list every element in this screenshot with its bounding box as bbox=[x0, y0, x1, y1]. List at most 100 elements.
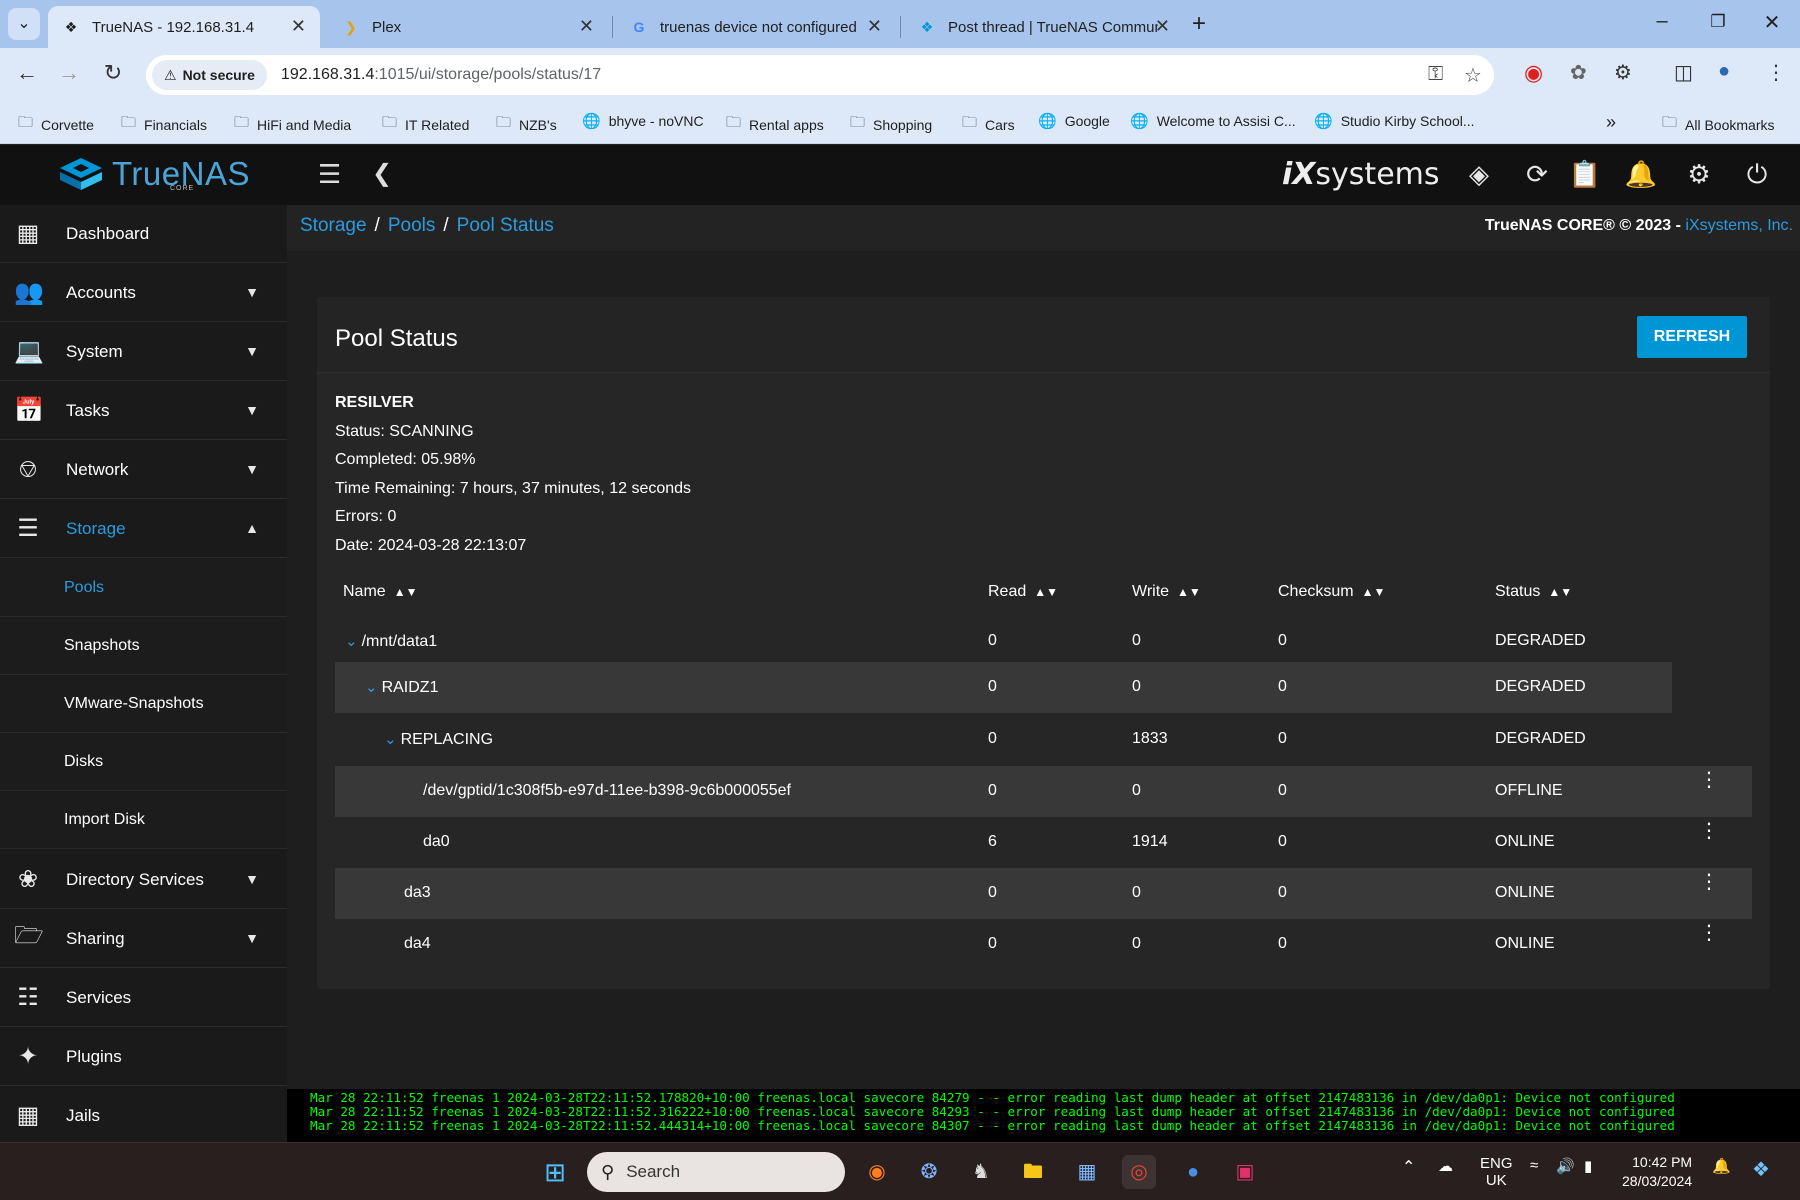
tab-truenas-community[interactable]: ❖ Post thread | TrueNAS Commun ✕ bbox=[904, 6, 1184, 48]
firefox-icon[interactable]: ◉ bbox=[860, 1155, 894, 1189]
window-close-button[interactable]: ✕ bbox=[1752, 10, 1792, 35]
volume-icon[interactable]: 🔊 bbox=[1556, 1157, 1575, 1175]
bookmark-item[interactable]: 🗀 Rental apps bbox=[726, 112, 824, 137]
breadcrumb-storage[interactable]: Storage bbox=[300, 215, 367, 236]
ixsystems-link[interactable]: iXsystems, Inc. bbox=[1685, 217, 1793, 234]
sidebar-item-directory-services[interactable]: ❀ Directory Services ▼ bbox=[0, 851, 287, 909]
truenas-logo[interactable]: TrueNAS bbox=[58, 155, 250, 193]
notification-bell-icon[interactable]: 🔔 bbox=[1712, 1157, 1731, 1175]
side-panel-icon[interactable]: ◫ bbox=[1674, 60, 1693, 85]
battery-icon[interactable]: ▮ bbox=[1584, 1157, 1592, 1175]
tray-overflow-icon[interactable]: ⌃ bbox=[1402, 1157, 1415, 1177]
tab-plex[interactable]: ❯ Plex ✕ bbox=[328, 6, 608, 48]
more-vert-icon[interactable]: ⋮ bbox=[1699, 872, 1719, 892]
horse-app-icon[interactable]: ♞ bbox=[964, 1155, 998, 1189]
security-chip[interactable]: ⚠ Not secure bbox=[152, 60, 267, 90]
ixsystems-logo[interactable]: iXsystems bbox=[1282, 157, 1440, 192]
sidebar-item-network[interactable]: ⎊ Network ▼ bbox=[0, 441, 287, 499]
bookmark-item[interactable]: 🗀 Corvette bbox=[18, 112, 94, 137]
more-vert-icon[interactable]: ⋮ bbox=[1699, 770, 1719, 790]
forward-button[interactable]: → bbox=[54, 60, 84, 86]
all-bookmarks[interactable]: 🗀 All Bookmarks bbox=[1662, 112, 1774, 137]
sidebar-subitem-disks[interactable]: Disks bbox=[0, 733, 287, 791]
extension-feather-icon[interactable]: ✿ bbox=[1570, 60, 1587, 85]
microsoft-store-icon[interactable]: ▦ bbox=[1070, 1155, 1104, 1189]
back-button[interactable]: ← bbox=[12, 60, 42, 86]
table-row[interactable]: da3 0 0 0 ONLINE ⋮ bbox=[335, 868, 1752, 919]
sidebar-item-accounts[interactable]: 👥 Accounts ▼ bbox=[0, 264, 287, 322]
taskbar-clock[interactable]: 10:42 PM 28/03/2024 bbox=[1622, 1153, 1692, 1191]
sidebar-item-sharing[interactable]: 🗁 Sharing ▼ bbox=[0, 910, 287, 968]
column-header-write[interactable]: Write ▲▼ bbox=[1132, 583, 1201, 601]
notifications-bell-icon[interactable]: 🔔 bbox=[1624, 159, 1658, 190]
restore-button[interactable]: ❐ bbox=[1698, 12, 1738, 32]
bookmark-item[interactable]: 🌐 bhyve - noVNC bbox=[582, 112, 704, 130]
table-row[interactable]: da0 6 1914 0 ONLINE ⋮ bbox=[335, 817, 1752, 868]
close-icon[interactable]: ✕ bbox=[1155, 16, 1170, 37]
new-tab-button[interactable]: + bbox=[1192, 10, 1206, 38]
windows-start-icon[interactable]: ⊞ bbox=[538, 1155, 572, 1189]
taskbar-search[interactable]: ⚲ Search bbox=[587, 1152, 845, 1192]
bookmark-item[interactable]: 🌐 Welcome to Assisi C... bbox=[1130, 112, 1296, 130]
sidebar-subitem-pools[interactable]: Pools bbox=[0, 559, 287, 617]
bookmark-star-icon[interactable]: ☆ bbox=[1464, 63, 1482, 88]
close-icon[interactable]: ✕ bbox=[291, 16, 306, 37]
sidebar-item-jails[interactable]: ▦ Jails bbox=[0, 1087, 287, 1145]
power-icon[interactable]: ⏻ bbox=[1740, 159, 1774, 191]
browser-app-icon[interactable]: ❂ bbox=[912, 1155, 946, 1189]
sidebar-subitem-vmware-snapshots[interactable]: VMware-Snapshots bbox=[0, 675, 287, 733]
opera-extension-icon[interactable]: ◉ bbox=[1524, 60, 1543, 86]
sidebar-item-plugins[interactable]: ✦ Plugins bbox=[0, 1028, 287, 1086]
sidebar-item-services[interactable]: ☷ Services bbox=[0, 969, 287, 1027]
collapse-sidebar-icon[interactable]: ❮ bbox=[372, 159, 392, 188]
chrome-icon[interactable]: ◎ bbox=[1122, 1155, 1156, 1189]
column-header-checksum[interactable]: Checksum ▲▼ bbox=[1278, 583, 1385, 601]
sidebar-item-storage[interactable]: ☰ Storage ▲ bbox=[0, 500, 287, 558]
extensions-puzzle-icon[interactable]: ⚙ bbox=[1614, 60, 1632, 85]
more-bookmarks-icon[interactable]: » bbox=[1606, 112, 1616, 133]
copilot-icon[interactable]: ❖ bbox=[1752, 1157, 1770, 1182]
language-indicator[interactable]: ENG UK bbox=[1480, 1155, 1513, 1189]
password-key-icon[interactable]: ⚿ bbox=[1428, 63, 1443, 86]
close-icon[interactable]: ✕ bbox=[867, 16, 882, 37]
chevron-down-icon[interactable]: ⌄ bbox=[384, 731, 397, 748]
settings-gear-icon[interactable]: ⚙ bbox=[1682, 159, 1716, 190]
bookmark-item[interactable]: 🗀 NZB's bbox=[496, 112, 557, 137]
thunderbird-icon[interactable]: ● bbox=[1176, 1155, 1210, 1189]
refresh-button[interactable]: REFRESH bbox=[1637, 316, 1747, 358]
breadcrumb-pools[interactable]: Pools bbox=[388, 215, 436, 236]
truecommand-icon[interactable]: ◈ bbox=[1462, 159, 1496, 190]
column-header-read[interactable]: Read ▲▼ bbox=[988, 583, 1058, 601]
table-row[interactable]: /dev/gptid/1c308f5b-e97d-11ee-b398-9c6b0… bbox=[335, 766, 1752, 817]
wifi-icon[interactable]: ≈ bbox=[1530, 1157, 1538, 1174]
bookmark-item[interactable]: 🗀 Cars bbox=[962, 112, 1015, 137]
column-header-status[interactable]: Status ▲▼ bbox=[1495, 583, 1572, 601]
bookmark-item[interactable]: 🗀 Shopping bbox=[850, 112, 932, 137]
address-bar[interactable]: ⚠ Not secure 192.168.31.4:1015/ui/storag… bbox=[146, 55, 1494, 95]
table-row[interactable]: ⌄ REPLACING 0 1833 0 DEGRADED bbox=[335, 714, 1752, 765]
more-vert-icon[interactable]: ⋮ bbox=[1699, 821, 1719, 841]
table-row[interactable]: ⌄/mnt/data1 0 0 0 DEGRADED bbox=[335, 616, 1752, 667]
instagram-icon[interactable]: ▣ bbox=[1228, 1155, 1262, 1189]
bookmark-item[interactable]: 🗀 IT Related bbox=[382, 112, 469, 137]
close-icon[interactable]: ✕ bbox=[579, 16, 594, 37]
profile-avatar-icon[interactable]: ● bbox=[1718, 60, 1730, 83]
breadcrumb-pool-status[interactable]: Pool Status bbox=[457, 215, 554, 236]
tab-google-search[interactable]: G truenas device not configured ✕ bbox=[616, 6, 896, 48]
table-row[interactable]: da4 0 0 0 ONLINE ⋮ bbox=[335, 919, 1752, 970]
sidebar-subitem-snapshots[interactable]: Snapshots bbox=[0, 617, 287, 675]
bookmark-item[interactable]: 🌐 Studio Kirby School... bbox=[1314, 112, 1475, 130]
bookmark-item[interactable]: 🌐 Google bbox=[1038, 112, 1110, 130]
chevron-down-icon[interactable]: ⌄ bbox=[365, 679, 378, 696]
column-header-name[interactable]: Name ▲▼ bbox=[343, 583, 417, 601]
task-manager-icon[interactable]: 📋 bbox=[1568, 159, 1602, 190]
more-vert-icon[interactable]: ⋮ bbox=[1699, 923, 1719, 943]
browser-menu-icon[interactable]: ⋮ bbox=[1766, 60, 1786, 85]
file-explorer-icon[interactable]: 🖿 bbox=[1016, 1155, 1050, 1189]
hamburger-menu-icon[interactable]: ☰ bbox=[318, 159, 341, 190]
chevron-down-icon[interactable]: ⌄ bbox=[345, 633, 358, 650]
sidebar-item-system[interactable]: 💻 System ▼ bbox=[0, 323, 287, 381]
sidebar-subitem-import-disk[interactable]: Import Disk bbox=[0, 791, 287, 849]
sidebar-item-tasks[interactable]: 📅 Tasks ▼ bbox=[0, 382, 287, 440]
minimize-button[interactable]: – bbox=[1642, 10, 1682, 33]
